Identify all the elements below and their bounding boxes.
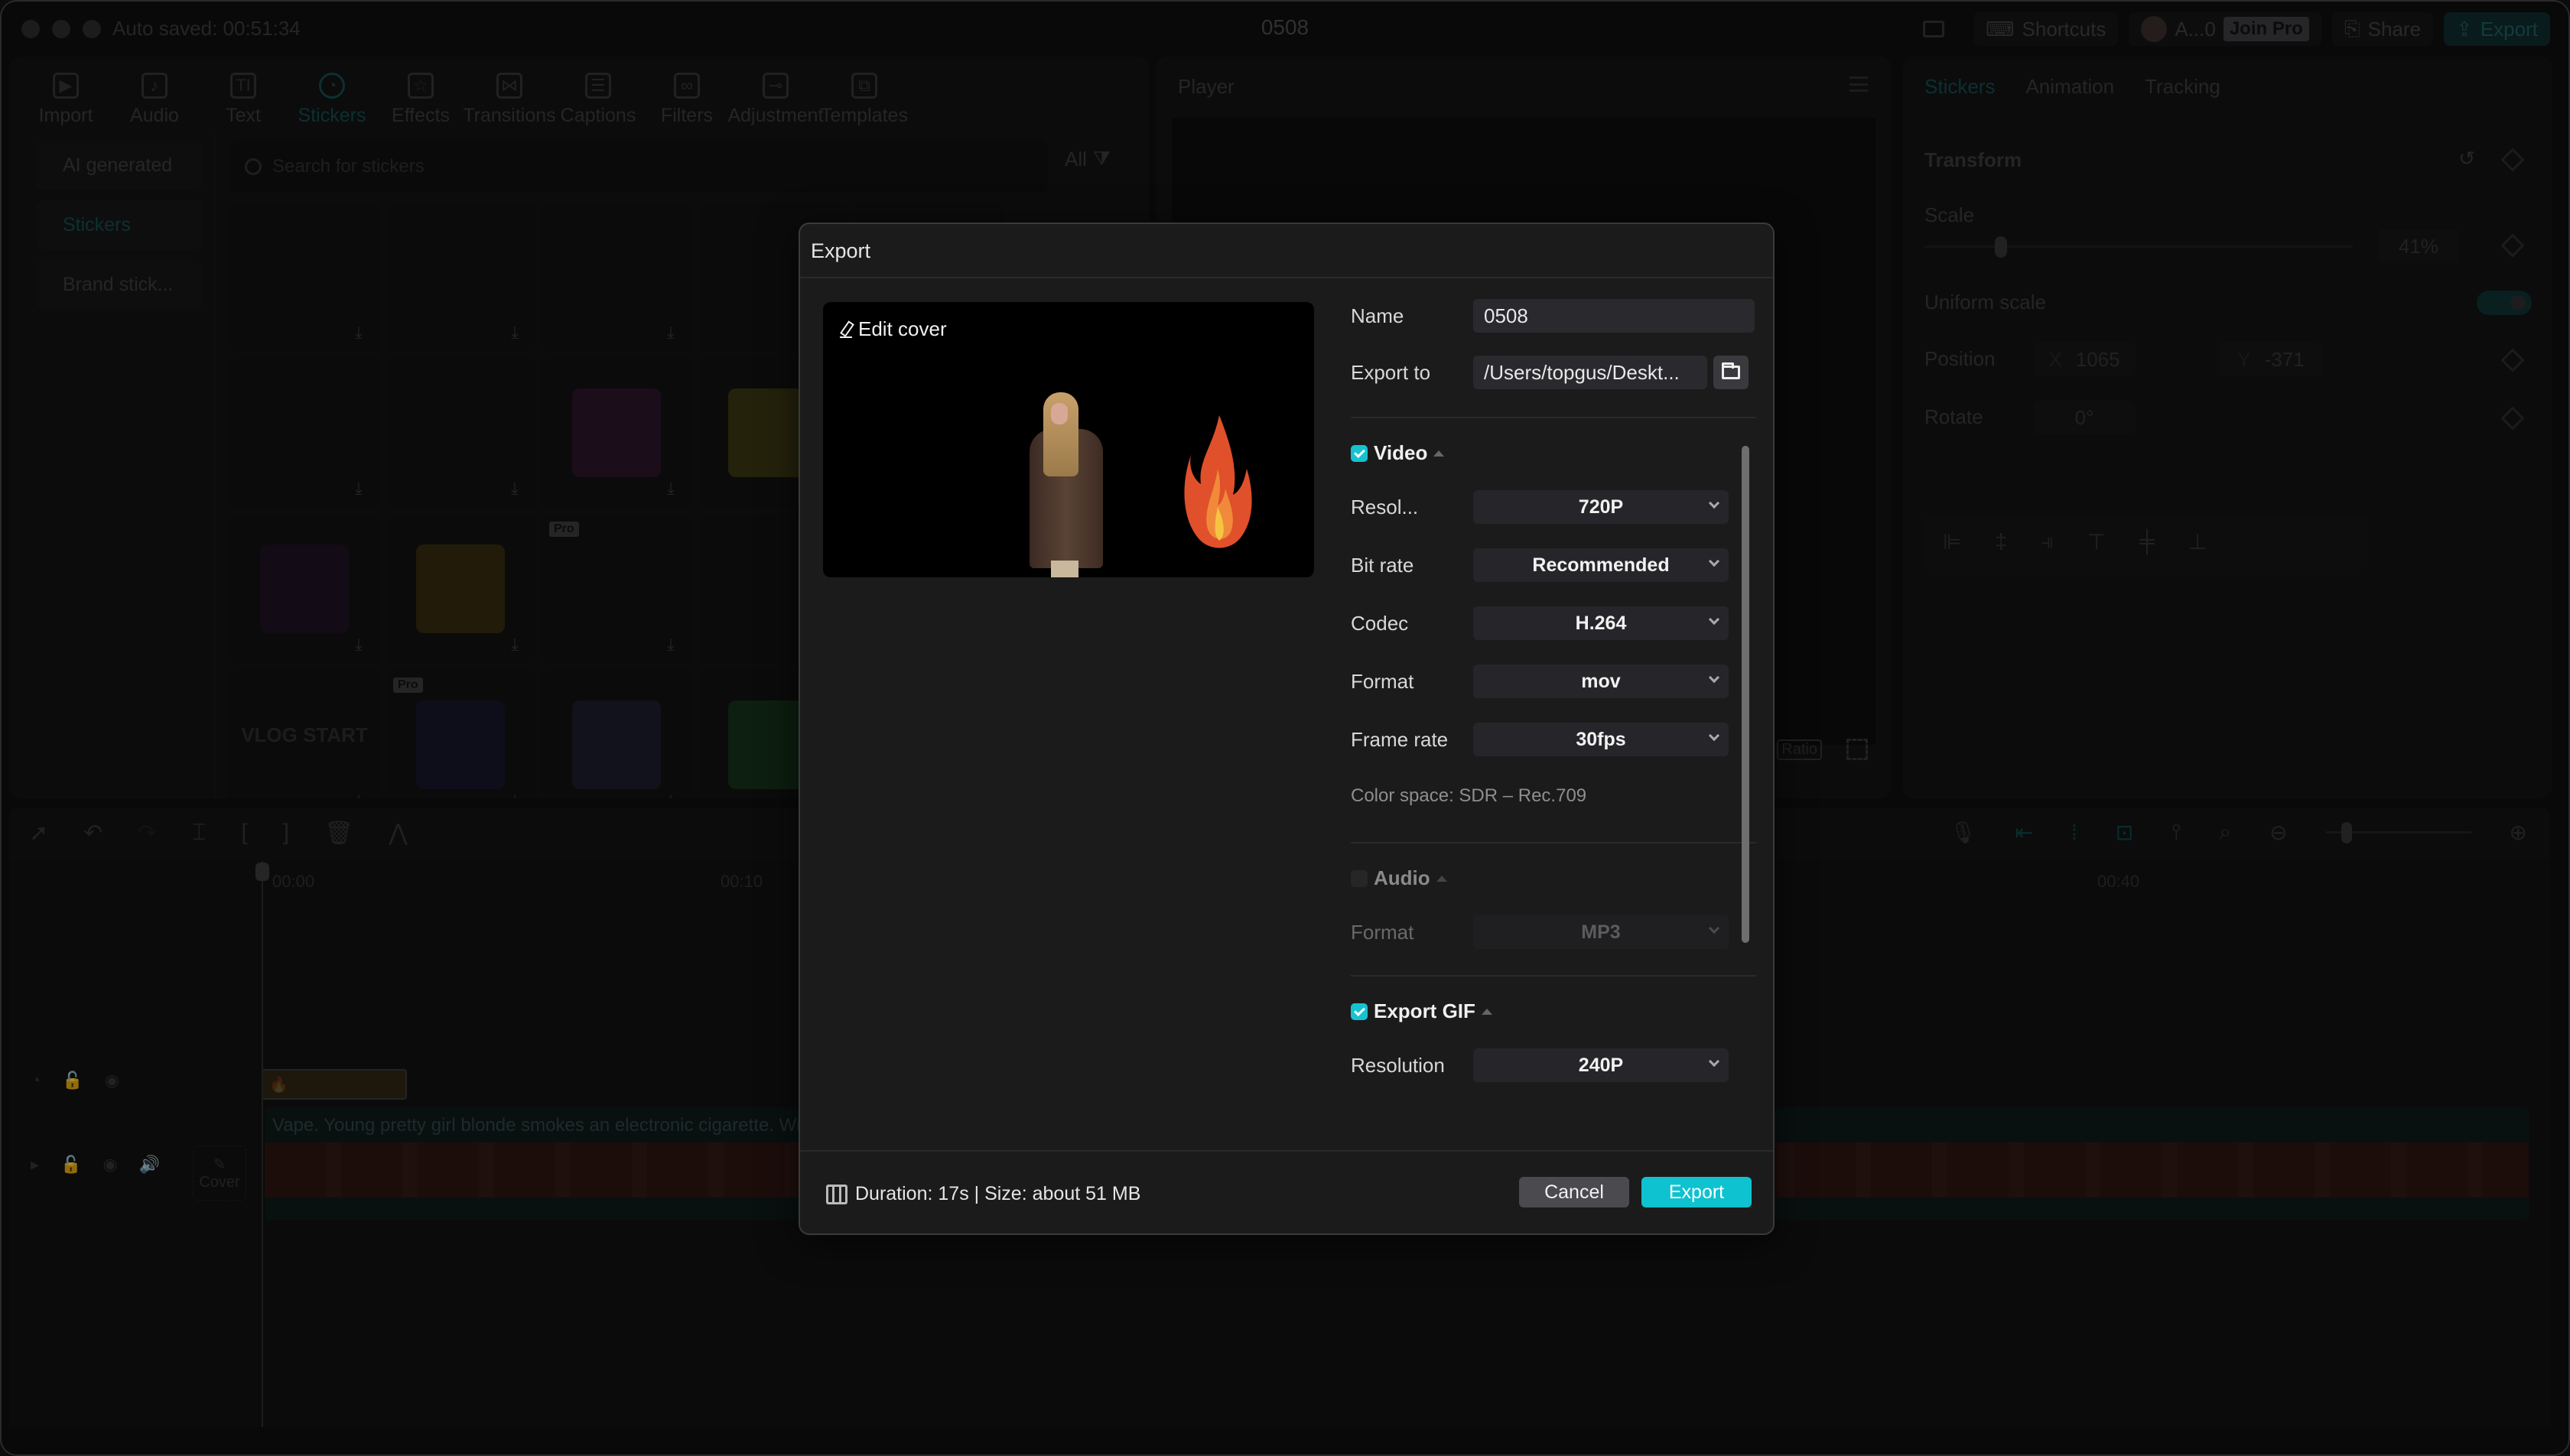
chevron-down-icon xyxy=(1708,730,1720,742)
divider xyxy=(1351,417,1756,418)
format-label: Format xyxy=(1351,669,1414,693)
edit-cover-button[interactable]: Edit cover xyxy=(840,317,947,341)
chevron-down-icon xyxy=(1708,613,1720,626)
framerate-row: Frame rate 30fps xyxy=(1351,723,1756,756)
video-checkbox[interactable] xyxy=(1351,444,1368,462)
divider xyxy=(1351,975,1756,977)
bitrate-label: Bit rate xyxy=(1351,553,1414,577)
chevron-down-icon xyxy=(1708,555,1720,567)
framerate-select[interactable]: 30fps xyxy=(1473,723,1729,756)
audio-section-toggle[interactable]: Audio xyxy=(1351,866,1447,890)
framerate-label: Frame rate xyxy=(1351,727,1449,751)
divider xyxy=(800,277,1773,278)
export-summary: Duration: 17s | Size: about 51 MB xyxy=(826,1183,1140,1205)
chevron-down-icon xyxy=(1708,671,1720,684)
divider xyxy=(1351,842,1756,843)
collapse-icon[interactable] xyxy=(1481,1008,1492,1015)
cancel-button[interactable]: Cancel xyxy=(1519,1177,1629,1207)
film-icon xyxy=(826,1184,847,1204)
audio-format-label: Format xyxy=(1351,920,1414,944)
codec-label: Codec xyxy=(1351,611,1409,635)
audio-checkbox[interactable] xyxy=(1351,869,1368,887)
name-input[interactable]: 0508 xyxy=(1473,299,1755,333)
codec-row: Codec H.264 xyxy=(1351,606,1756,640)
video-section-toggle[interactable]: Video xyxy=(1351,441,1445,465)
folder-icon xyxy=(1722,362,1740,379)
name-label: Name xyxy=(1351,304,1404,327)
collapse-icon[interactable] xyxy=(1433,450,1445,457)
pencil-icon xyxy=(840,321,852,338)
cover-preview[interactable]: Edit cover xyxy=(823,302,1314,577)
export-to-row: Export to /Users/topgus/Deskt... xyxy=(1351,356,1756,389)
format-select[interactable]: mov xyxy=(1473,665,1729,698)
gif-resolution-select[interactable]: 240P xyxy=(1473,1048,1729,1082)
cover-person-image xyxy=(1025,392,1106,577)
bitrate-select[interactable]: Recommended xyxy=(1473,548,1729,582)
divider xyxy=(800,1150,1773,1152)
export-to-label: Export to xyxy=(1351,360,1431,384)
choose-folder-button[interactable] xyxy=(1713,356,1749,389)
dialog-title: Export xyxy=(811,239,871,262)
gif-section-toggle[interactable]: Export GIF xyxy=(1351,999,1492,1023)
fire-sticker xyxy=(1184,415,1252,548)
chevron-down-icon xyxy=(1708,497,1720,509)
chevron-down-icon xyxy=(1708,1055,1720,1068)
chevron-down-icon xyxy=(1708,922,1720,934)
settings-scrollbar[interactable] xyxy=(1742,446,1749,943)
format-row: Format mov xyxy=(1351,665,1756,698)
color-space-info: Color space: SDR – Rec.709 xyxy=(1351,785,1587,806)
gif-checkbox[interactable] xyxy=(1351,1003,1368,1020)
export-dialog: Export Edit cover Name 0508 Export to /U… xyxy=(799,223,1775,1235)
name-row: Name 0508 xyxy=(1351,299,1756,333)
resolution-label: Resol... xyxy=(1351,495,1419,518)
capcut-window: Auto saved: 00:51:34 0508 ⌨ Shortcuts A.… xyxy=(0,0,2570,1456)
gif-resolution-row: Resolution 240P xyxy=(1351,1048,1756,1082)
resolution-select[interactable]: 720P xyxy=(1473,490,1729,524)
export-path-input[interactable]: /Users/topgus/Deskt... xyxy=(1473,356,1707,389)
codec-select[interactable]: H.264 xyxy=(1473,606,1729,640)
gif-resolution-label: Resolution xyxy=(1351,1053,1445,1077)
resolution-row: Resol... 720P xyxy=(1351,490,1756,524)
audio-format-row: Format MP3 xyxy=(1351,915,1756,949)
collapse-icon[interactable] xyxy=(1436,875,1447,882)
audio-format-select: MP3 xyxy=(1473,915,1729,949)
export-button[interactable]: Export xyxy=(1641,1177,1752,1207)
bitrate-row: Bit rate Recommended xyxy=(1351,548,1756,582)
